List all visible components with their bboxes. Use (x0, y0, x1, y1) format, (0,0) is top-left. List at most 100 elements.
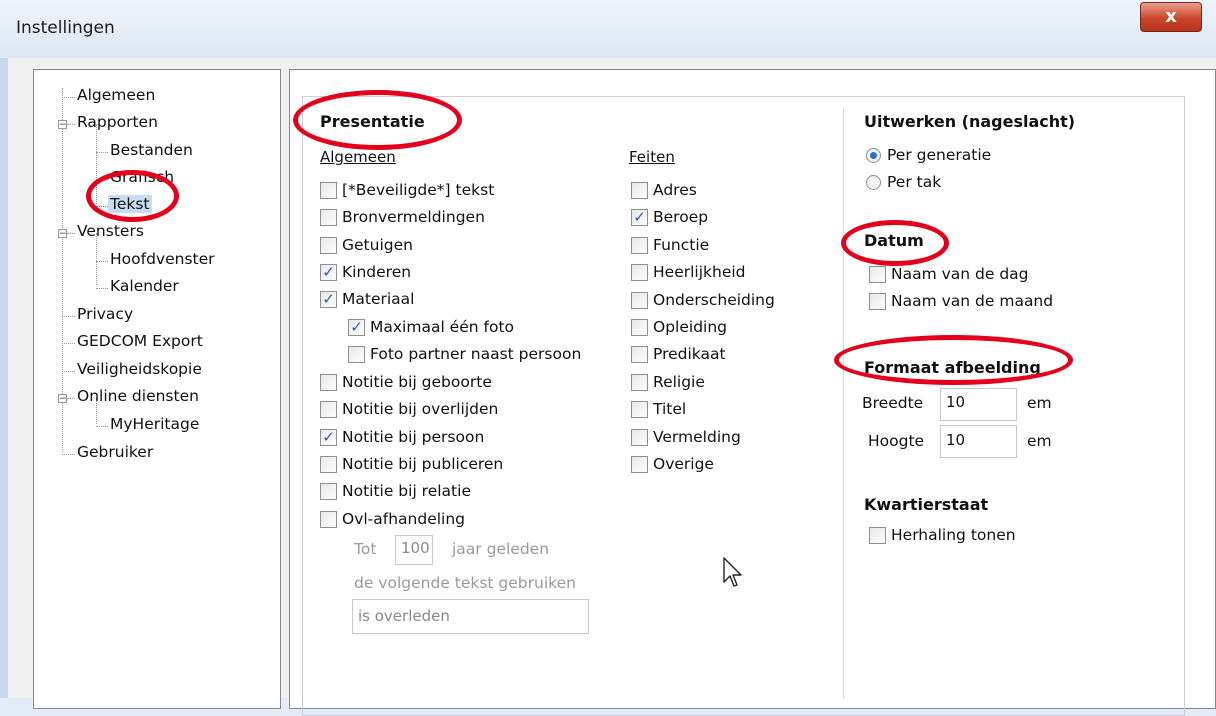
algemeen-checkbox-label: Notitie bij geboorte (342, 373, 492, 391)
tree-item-vensters[interactable]: Vensters (77, 222, 144, 240)
feiten-checkbox-label: Predikaat (653, 345, 726, 363)
feiten-checkbox[interactable]: ✓ Beroep (631, 208, 708, 226)
radio-unselected-icon[interactable] (866, 174, 881, 190)
tree-item-kalender[interactable]: Kalender (110, 277, 179, 295)
tree-item-privacy[interactable]: Privacy (77, 305, 133, 323)
checkbox-unchecked-icon[interactable] (631, 400, 648, 418)
algemeen-checkbox[interactable]: Notitie bij overlijden (320, 400, 498, 418)
checkbox-unchecked-icon[interactable] (631, 236, 648, 254)
checkbox-unchecked-icon[interactable] (320, 455, 337, 473)
algemeen-checkbox-label: Notitie bij overlijden (342, 400, 499, 418)
tree-item-bestanden[interactable]: Bestanden (110, 141, 193, 159)
algemeen-checkbox[interactable]: Notitie bij publiceren (320, 455, 503, 473)
checkbox-unchecked-icon[interactable] (631, 455, 648, 473)
tree-item-online-diensten[interactable]: Online diensten (77, 387, 199, 405)
checkbox-checked-icon[interactable]: ✓ (320, 290, 337, 308)
feiten-checkbox[interactable]: Onderscheiding (631, 291, 775, 309)
algemeen-checkbox[interactable]: Bronvermeldingen (320, 208, 485, 226)
checkbox-unchecked-icon[interactable] (320, 236, 337, 254)
tree-connector (67, 398, 75, 399)
tree-collapse-icon[interactable]: − (58, 229, 67, 239)
algemeen-checkbox[interactable]: ✓ Materiaal (320, 290, 414, 308)
tree-connector (62, 316, 75, 317)
uitwerken-radio-label: Per generatie (887, 146, 992, 164)
feiten-checkbox-label: Overige (653, 455, 714, 473)
feiten-checkbox-label: Adres (653, 181, 697, 199)
checkbox-unchecked-icon[interactable] (869, 265, 886, 283)
feiten-checkbox[interactable]: Titel (631, 400, 686, 418)
radio-selected-icon[interactable] (866, 147, 881, 163)
tree-collapse-icon[interactable]: − (58, 120, 67, 130)
checkbox-unchecked-icon[interactable] (320, 482, 337, 500)
feiten-checkbox[interactable]: Religie (631, 373, 705, 391)
checkbox-unchecked-icon[interactable] (320, 181, 337, 199)
overleden-text-input[interactable]: is overleden (352, 599, 589, 634)
tree-item-gedcom-export[interactable]: GEDCOM Export (77, 332, 203, 350)
algemeen-checkbox[interactable]: ✓ Notitie bij persoon (320, 428, 484, 446)
hoogte-label: Hoogte (868, 432, 925, 450)
uitwerken-radio[interactable]: Per tak (866, 173, 941, 191)
checkbox-checked-icon[interactable]: ✓ (631, 208, 648, 226)
tree-connector (62, 371, 75, 372)
feiten-checkbox[interactable]: Heerlijkheid (631, 263, 746, 281)
checkbox-unchecked-icon[interactable] (631, 291, 648, 309)
uitwerken-radio[interactable]: Per generatie (866, 146, 991, 164)
datum-checkbox[interactable]: Naam van de dag (869, 265, 1029, 283)
checkbox-checked-icon[interactable]: ✓ (348, 318, 365, 336)
tot-years-input[interactable]: 100 (395, 535, 433, 565)
tot-label: Tot (354, 540, 377, 558)
algemeen-checkbox[interactable]: ✓ Kinderen (320, 263, 411, 281)
tree-item-hoofdvenster[interactable]: Hoofdvenster (110, 250, 215, 268)
checkbox-unchecked-icon[interactable] (320, 400, 337, 418)
checkbox-unchecked-icon[interactable] (631, 345, 648, 363)
feiten-checkbox[interactable]: Adres (631, 181, 697, 199)
algemeen-checkbox-label: Ovl-afhandeling (342, 510, 466, 528)
tree-item-gebruiker[interactable]: Gebruiker (77, 443, 153, 461)
checkbox-unchecked-icon[interactable] (348, 345, 365, 363)
tree-item-algemeen[interactable]: Algemeen (77, 86, 155, 104)
algemeen-checkbox-label: Foto partner naast persoon (370, 345, 582, 363)
checkbox-unchecked-icon[interactable] (631, 373, 648, 391)
feiten-checkbox[interactable]: Overige (631, 455, 714, 473)
window-frame (0, 58, 8, 698)
tree-item-myheritage[interactable]: MyHeritage (110, 415, 199, 433)
algemeen-checkbox[interactable]: Notitie bij geboorte (320, 373, 492, 391)
algemeen-checkbox-label: Materiaal (342, 290, 415, 308)
feiten-checkbox[interactable]: Predikaat (631, 345, 726, 363)
hoogte-input[interactable]: 10 (940, 425, 1017, 458)
checkbox-unchecked-icon[interactable] (320, 373, 337, 391)
close-button[interactable]: x (1140, 2, 1202, 32)
feiten-checkbox[interactable]: Vermelding (631, 428, 741, 446)
breedte-input[interactable]: 10 (940, 388, 1017, 421)
feiten-checkbox[interactable]: Opleiding (631, 318, 727, 336)
datum-checkbox[interactable]: Naam van de maand (869, 292, 1053, 310)
tree-item-tekst[interactable]: Tekst (108, 195, 152, 213)
tree-connector (67, 233, 75, 234)
algemeen-checkbox[interactable]: Getuigen (320, 236, 413, 254)
tree-item-rapporten[interactable]: Rapporten (77, 113, 158, 131)
datum-checkbox-label: Naam van de dag (891, 265, 1029, 283)
checkbox-unchecked-icon[interactable] (869, 526, 886, 544)
feiten-checkbox[interactable]: Functie (631, 236, 709, 254)
tree-item-grafisch[interactable]: Grafisch (110, 168, 174, 186)
checkbox-unchecked-icon[interactable] (631, 263, 648, 281)
checkbox-unchecked-icon[interactable] (631, 318, 648, 336)
tree-collapse-icon[interactable]: − (58, 394, 67, 404)
algemeen-checkbox[interactable]: ✓ Maximaal één foto (348, 318, 514, 336)
algemeen-checkbox[interactable]: Foto partner naast persoon (348, 345, 581, 363)
kwartierstaat-checkbox[interactable]: Herhaling tonen (869, 526, 1016, 544)
checkbox-unchecked-icon[interactable] (631, 181, 648, 199)
checkbox-checked-icon[interactable]: ✓ (320, 263, 337, 281)
breedte-unit: em (1027, 394, 1052, 412)
algemeen-checkbox[interactable]: [*Beveiligde*] tekst (320, 181, 494, 199)
checkbox-checked-icon[interactable]: ✓ (320, 428, 337, 446)
algemeen-checkbox[interactable]: Notitie bij relatie (320, 482, 471, 500)
hoogte-unit: em (1027, 432, 1052, 450)
checkbox-unchecked-icon[interactable] (869, 292, 886, 310)
tree-item-veiligheidskopie[interactable]: Veiligheidskopie (77, 360, 202, 378)
checkbox-unchecked-icon[interactable] (320, 208, 337, 226)
algemeen-checkbox[interactable]: Ovl-afhandeling (320, 510, 465, 528)
checkbox-unchecked-icon[interactable] (631, 428, 648, 446)
checkbox-unchecked-icon[interactable] (320, 510, 337, 528)
uitwerken-heading: Uitwerken (nageslacht) (864, 112, 1076, 131)
